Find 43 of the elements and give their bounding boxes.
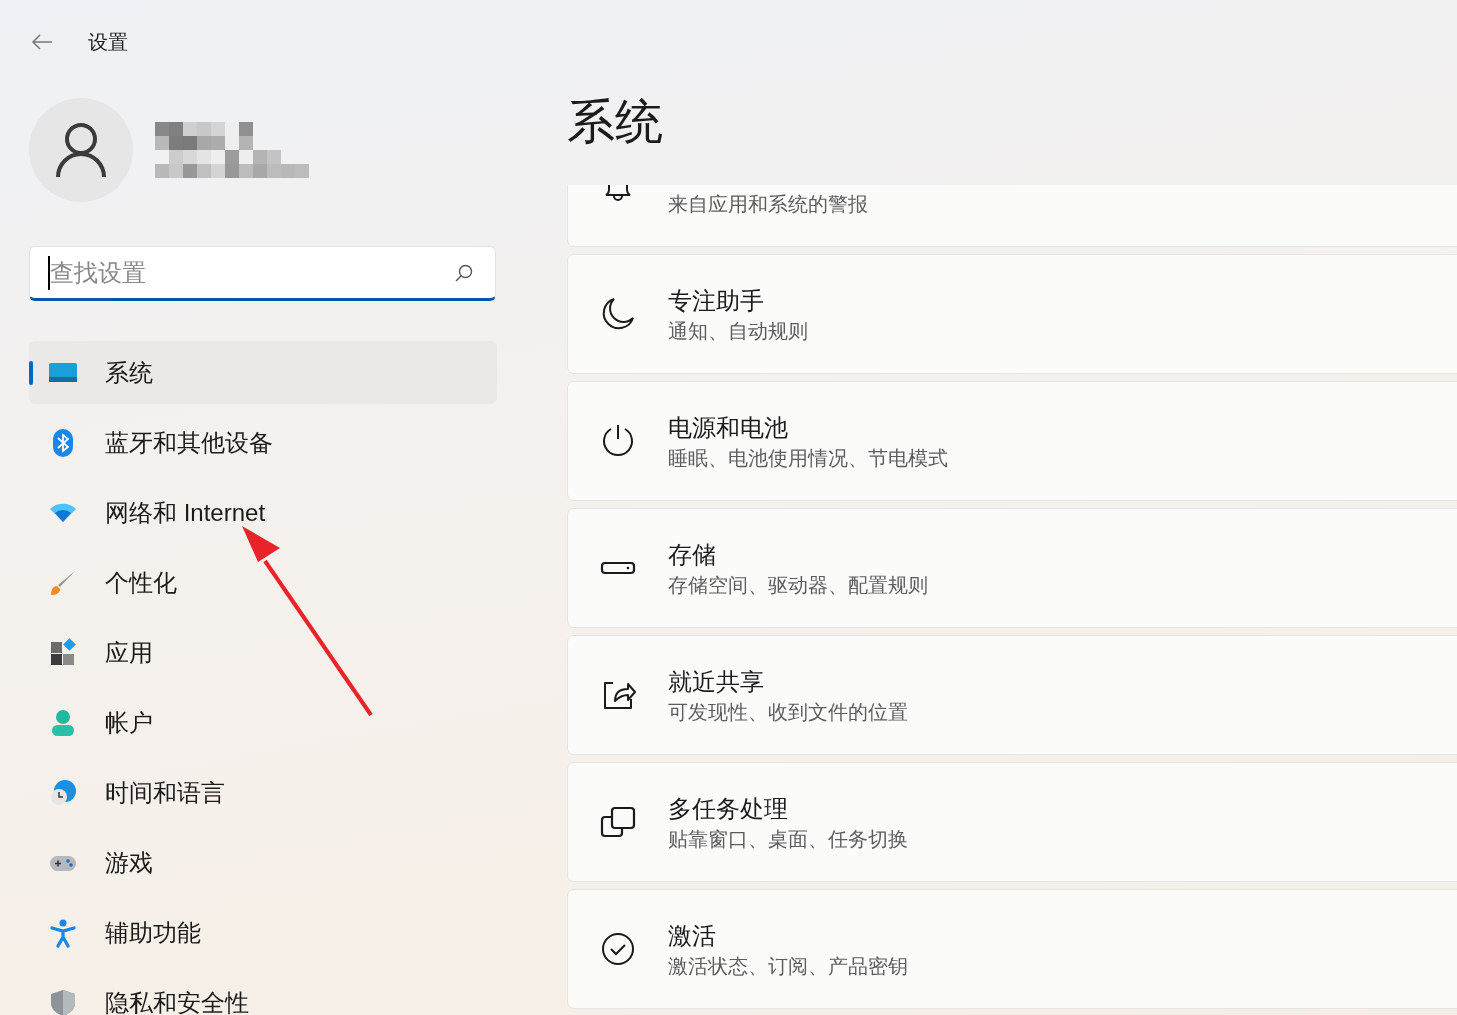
setting-description: 来自应用和系统的警报 [668, 192, 868, 216]
setting-title: 激活 [668, 922, 717, 950]
setting-title: 存储 [668, 541, 717, 569]
setting-card[interactable]: 来自应用和系统的警报 [567, 185, 1457, 247]
accessibility-icon [48, 917, 78, 948]
setting-card[interactable]: 存储 存储空间、驱动器、配置规则 [567, 508, 1457, 628]
setting-title: 电源和电池 [668, 414, 789, 442]
multitask-icon [600, 804, 636, 840]
setting-title: 就近共享 [668, 668, 765, 696]
back-icon[interactable] [30, 33, 54, 51]
apps-icon [48, 637, 78, 668]
check-circle-icon [600, 931, 636, 967]
sidebar-item[interactable]: 时间和语言 [29, 761, 497, 824]
search-field[interactable]: 查找设置 [29, 246, 496, 301]
clock-globe-icon [48, 777, 78, 808]
sidebar-item[interactable]: 辅助功能 [29, 901, 497, 964]
setting-description: 存储空间、驱动器、配置规则 [668, 573, 928, 597]
power-icon [600, 423, 636, 459]
search-icon[interactable] [454, 263, 474, 283]
page-title: 系统 [567, 94, 664, 150]
sidebar-item[interactable]: 游戏 [29, 831, 497, 894]
sidebar-item[interactable]: 蓝牙和其他设备 [29, 411, 497, 474]
setting-title: 多任务处理 [668, 795, 789, 823]
sidebar-item[interactable]: 隐私和安全性 [29, 971, 497, 1015]
sidebar-item[interactable]: 帐户 [29, 691, 497, 754]
setting-description: 睡眠、电池使用情况、节电模式 [668, 446, 948, 470]
setting-card[interactable]: 电源和电池 睡眠、电池使用情况、节电模式 [567, 381, 1457, 501]
setting-description: 可发现性、收到文件的位置 [668, 700, 908, 724]
shield-icon [48, 987, 78, 1015]
moon-icon [600, 296, 636, 332]
setting-card[interactable]: 就近共享 可发现性、收到文件的位置 [567, 635, 1457, 755]
window-title: 设置 [88, 29, 128, 55]
setting-card[interactable]: 专注助手 通知、自动规则 [567, 254, 1457, 374]
sidebar-item[interactable]: 应用 [29, 621, 497, 684]
setting-card[interactable]: 多任务处理 贴靠窗口、桌面、任务切换 [567, 762, 1457, 882]
setting-title: 专注助手 [668, 287, 765, 315]
setting-card[interactable]: 激活 激活状态、订阅、产品密钥 [567, 889, 1457, 1009]
setting-description: 通知、自动规则 [668, 319, 808, 343]
setting-description: 激活状态、订阅、产品密钥 [668, 954, 908, 978]
sidebar-item[interactable]: 个性化 [29, 551, 497, 614]
sidebar-item[interactable]: 系统 [29, 341, 497, 404]
setting-description: 贴靠窗口、桌面、任务切换 [668, 827, 908, 851]
sidebar-item[interactable]: 网络和 Internet [29, 481, 497, 544]
